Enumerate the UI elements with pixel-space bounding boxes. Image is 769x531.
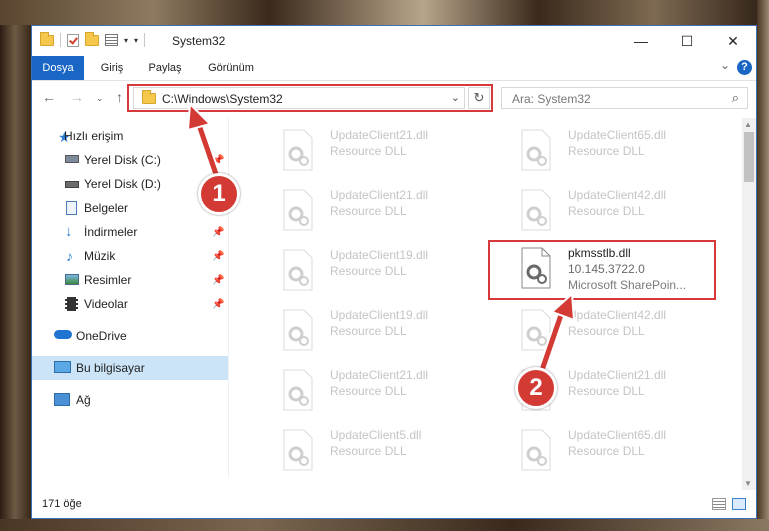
callout-arrows: [186, 101, 576, 381]
step-badge-1: 1: [198, 173, 240, 215]
callout-arrow-1: [186, 101, 223, 185]
step-badge-2: 2: [515, 367, 557, 409]
callout-arrow-2: [535, 291, 576, 381]
